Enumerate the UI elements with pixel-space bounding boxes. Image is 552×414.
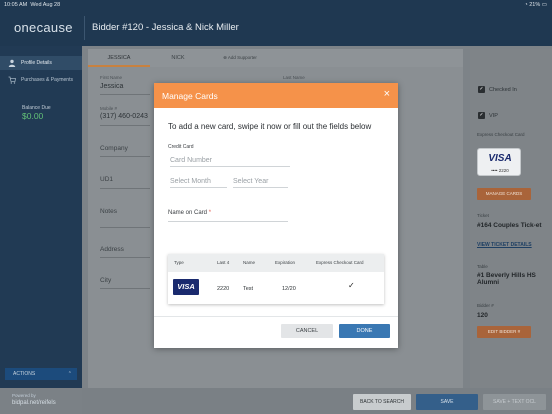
checked-in-checkbox[interactable]: ✓ (478, 86, 485, 93)
name-on-card-label: Name on Card * (168, 210, 211, 216)
supporter-tabs: JESSICA NICK ⊕ Add Supporter (88, 49, 463, 67)
select-year-dropdown[interactable]: Select Year (233, 178, 288, 188)
column-header-type: Type (174, 260, 184, 265)
column-header-last4: Last 4 (217, 260, 230, 265)
save-text-ocl-button[interactable]: SAVE + TEXT OCL (483, 394, 546, 410)
sidebar-item-label: Profile Details (21, 60, 52, 66)
sidebar-item-profile-details[interactable]: Profile Details (0, 56, 82, 70)
card-last4: •••• 2220 (491, 168, 509, 173)
column-header-expiration: Expiration (275, 260, 296, 265)
address-underline (100, 257, 150, 258)
notes-underline (100, 227, 150, 228)
visa-icon: VISA (173, 279, 199, 295)
last-name-label: Last Name (283, 75, 305, 80)
manage-cards-button[interactable]: MANAGE CARDS (477, 188, 531, 200)
ticket-value: #164 Couples Tick-et (477, 222, 542, 229)
modal-instructions: To add a new card, swipe it now or fill … (168, 122, 372, 131)
done-button[interactable]: DONE (339, 324, 390, 338)
ticket-label: Ticket (477, 213, 489, 218)
tab-nick[interactable]: NICK (150, 49, 206, 67)
visa-icon: VISA (488, 153, 512, 164)
first-name-field[interactable]: Jessica (100, 83, 123, 90)
back-to-search-button[interactable]: BACK TO SEARCH (353, 394, 411, 410)
bottom-action-bar: BACK TO SEARCH SAVE SAVE + TEXT OCL (82, 388, 552, 414)
ud1-field[interactable]: UD1 (100, 176, 113, 183)
powered-by-label: Powered by (12, 393, 36, 398)
checked-in-label: Checked In (489, 87, 517, 93)
sidebar-item-label: Purchases & Payments (21, 77, 73, 83)
vip-checkbox[interactable]: ✓ (478, 112, 485, 119)
tab-add-supporter[interactable]: ⊕ Add Supporter (210, 49, 270, 67)
edit-bidder-button[interactable]: EDIT BIDDER # (477, 326, 531, 338)
save-button[interactable]: SAVE (416, 394, 478, 410)
credit-card-label: Credit Card (168, 144, 194, 150)
column-header-name: Name (243, 260, 256, 265)
card-expiration-cell: 12/20 (282, 286, 296, 292)
company-underline (100, 156, 150, 157)
status-date: Wed Aug 28 (30, 2, 61, 8)
sidebar: Profile Details Purchases & Payments Bal… (0, 46, 82, 388)
mobile-field[interactable]: (317) 460-0243 (100, 113, 148, 120)
status-time: 10:05 AM Wed Aug 28 (4, 0, 60, 10)
modal-header: Manage Cards × (154, 83, 398, 108)
select-month-dropdown[interactable]: Select Month (170, 178, 227, 188)
app-header: onecause Bidder #120 - Jessica & Nick Mi… (0, 10, 552, 46)
modal-title: Manage Cards (162, 91, 218, 101)
tab-add-supporter-label: Add Supporter (227, 55, 257, 60)
cancel-button[interactable]: CANCEL (281, 324, 333, 338)
address-field[interactable]: Address (100, 246, 124, 253)
notes-field[interactable]: Notes (100, 208, 117, 215)
vip-label: VIP (489, 113, 498, 119)
first-name-label: First Name (100, 75, 123, 80)
city-underline (100, 288, 150, 289)
mobile-label: Mobile # (100, 106, 118, 111)
onecause-logo: onecause (14, 20, 73, 35)
close-icon[interactable]: × (384, 88, 390, 100)
bidder-number-label: Bidder # (477, 303, 494, 308)
column-header-express-checkout: Express Checkout Card (316, 260, 364, 265)
name-on-card-label-text: Name on Card (168, 210, 208, 216)
ud1-underline (100, 188, 150, 189)
sidebar-item-purchases-payments[interactable]: Purchases & Payments (0, 73, 82, 87)
header-divider (84, 16, 85, 40)
person-icon (8, 59, 16, 67)
manage-cards-modal: Manage Cards × To add a new card, swipe … (154, 83, 398, 348)
name-on-card-input[interactable] (168, 221, 288, 222)
battery-icon: ▭ (541, 2, 547, 8)
express-checkout-label: Express Checkout Card (477, 132, 525, 137)
card-name-cell: Test (243, 286, 254, 292)
balance-due-value: $0.00 (22, 111, 44, 121)
saved-cards-table: Type Last 4 Name Expiration Express Chec… (168, 254, 384, 304)
wifi-icon: ◔ (524, 2, 528, 8)
table-value: #1 Beverly Hills HS Alumni (477, 272, 536, 286)
battery-indicator: ◔ 21% ▭ (524, 0, 547, 10)
view-ticket-details-link[interactable]: VIEW TICKET DETAILS (477, 242, 532, 248)
table-label: Table (477, 264, 488, 269)
card-type: VISA (177, 282, 195, 291)
powered-by-url[interactable]: bidpal.net/reifels (12, 400, 56, 406)
card-last4-cell: 2220 (217, 286, 230, 292)
express-checkout-card: VISA •••• 2220 (477, 148, 521, 176)
mobile-underline (100, 125, 150, 126)
table-header: Type Last 4 Name Expiration Express Chec… (168, 254, 384, 272)
required-mark: * (208, 210, 212, 216)
right-panel: ✓ Checked In ✓ VIP Express Checkout Card… (470, 49, 552, 389)
city-field[interactable]: City (100, 277, 111, 284)
checkmark-icon[interactable]: ✓ (348, 281, 355, 290)
bidder-number-value: 120 (477, 312, 488, 319)
actions-label: ACTIONS (13, 371, 36, 377)
first-name-underline (100, 94, 150, 95)
battery-percent: 21% (529, 2, 541, 8)
status-time-text: 10:05 AM (4, 2, 28, 8)
cart-icon (8, 76, 16, 84)
page-title: Bidder #120 - Jessica & Nick Miller (92, 22, 239, 33)
modal-footer-divider (154, 316, 398, 317)
card-number-input[interactable]: Card Number (170, 157, 290, 167)
actions-button[interactable]: ACTIONS ⌃ (5, 368, 77, 380)
company-field[interactable]: Company (100, 145, 128, 152)
status-bar: 10:05 AM Wed Aug 28 ◔ 21% ▭ (0, 0, 552, 10)
add-person-icon: ⊕ (223, 55, 227, 60)
chevron-up-icon: ⌃ (67, 371, 72, 377)
tab-jessica[interactable]: JESSICA (88, 49, 150, 67)
